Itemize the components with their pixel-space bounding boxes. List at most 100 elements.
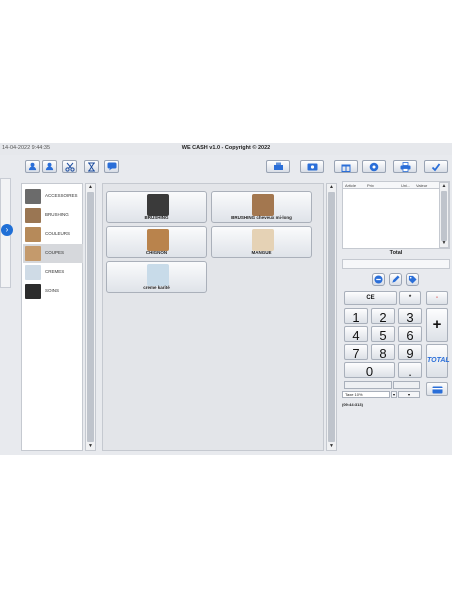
chat-button[interactable] (104, 160, 119, 173)
drawer-toggle-button[interactable]: › (1, 224, 13, 236)
app-window: 14-04-2022 9:44:35 WE CASH v1.0 - Copyri… (0, 143, 452, 455)
column-header: Valeur (416, 183, 428, 188)
total-label: Total (389, 250, 403, 256)
product-label: BRUSHING (144, 215, 169, 220)
settings-icon (369, 162, 379, 171)
status-line: (09:44:313) (342, 402, 363, 407)
scroll-down-arrow[interactable]: ▼ (327, 443, 336, 450)
category-scrollbar[interactable]: ▲ ▼ (85, 183, 96, 451)
category-item-cremes[interactable]: CREMES (23, 263, 83, 282)
cash-icon (307, 163, 317, 170)
product-brushing-mi-long[interactable]: BRUSHING cheveux mi-long (211, 191, 312, 223)
digit-1-key[interactable]: 1 (344, 308, 368, 325)
product-mangue[interactable]: MANGUE (211, 226, 312, 258)
printer-button[interactable] (393, 160, 417, 173)
tax-dropdown-button[interactable]: ▾ (391, 391, 397, 398)
category-item-coupes[interactable]: COUPES (23, 244, 83, 263)
pencil-icon (392, 275, 400, 283)
digit-7-key[interactable]: 7 (344, 344, 368, 361)
card-icon (432, 386, 442, 394)
category-item-accessoires[interactable]: ACCESSOIRES (23, 187, 83, 206)
category-thumbnail (25, 284, 41, 299)
minus-key[interactable]: - (426, 291, 448, 305)
scissors-button[interactable] (62, 160, 77, 173)
category-label: COUPES (45, 250, 65, 255)
product-label: MANGUE (251, 250, 272, 255)
category-thumbnail (25, 246, 41, 261)
digit-0-key[interactable]: 0 (344, 362, 395, 379)
hourglass-button[interactable] (84, 160, 99, 173)
category-label: COULEURS (45, 231, 71, 236)
discount-button[interactable] (406, 273, 419, 286)
digit-8-key[interactable]: 8 (371, 344, 395, 361)
plus-key[interactable]: + (426, 308, 448, 342)
check-icon (431, 162, 441, 171)
digit-4-key[interactable]: 4 (344, 326, 368, 343)
product-label: CHIGNON (145, 250, 168, 255)
column-header: Uni... (401, 183, 411, 188)
category-thumbnail (25, 227, 41, 242)
product-brushing[interactable]: BRUSHING (106, 191, 207, 223)
product-grid: BRUSHING BRUSHING cheveux mi-long CHIGNO… (102, 183, 324, 451)
cash-register-icon (273, 162, 283, 170)
tax-select[interactable]: Taxe 10% (342, 391, 390, 398)
settings-button[interactable] (362, 160, 386, 173)
scroll-up-arrow[interactable]: ▲ (86, 184, 95, 191)
category-thumbnail (25, 208, 41, 223)
category-list: ACCESSOIRES BRUSHING COULEURS COUPES CRE… (21, 183, 83, 451)
clear-entry-key[interactable]: CE (344, 291, 397, 305)
tax-apply-button[interactable]: ▾ (398, 391, 420, 398)
category-item-brushing[interactable]: BRUSHING (23, 206, 83, 225)
category-label: CREMES (45, 269, 65, 274)
product-image (252, 194, 274, 216)
add-user-button[interactable] (25, 160, 40, 173)
product-creme-karite[interactable]: creme karité (106, 261, 207, 293)
cash-button[interactable] (300, 160, 324, 173)
digit-3-key[interactable]: 3 (398, 308, 422, 325)
scroll-thumb[interactable] (328, 192, 335, 442)
multiply-key[interactable]: * (399, 291, 421, 305)
product-chignon[interactable]: CHIGNON (106, 226, 207, 258)
scroll-up-arrow[interactable]: ▲ (327, 184, 336, 191)
digit-9-key[interactable]: 9 (398, 344, 422, 361)
digit-2-key[interactable]: 2 (371, 308, 395, 325)
gift-icon (341, 164, 351, 172)
digit-6-key[interactable]: 6 (398, 326, 422, 343)
validate-button[interactable] (424, 160, 448, 173)
scroll-down-arrow[interactable]: ▼ (86, 443, 95, 450)
ticket-scrollbar[interactable]: ▲ ▼ (439, 182, 449, 248)
edit-line-button[interactable] (389, 273, 402, 286)
total-key[interactable]: TOTAL (426, 344, 450, 378)
printer-icon (400, 161, 410, 172)
quantity-input[interactable] (393, 381, 420, 389)
digit-5-key[interactable]: 5 (371, 326, 395, 343)
category-thumbnail (25, 189, 41, 204)
scissors-icon (64, 162, 75, 172)
user-add-icon (28, 162, 37, 171)
product-image (147, 229, 169, 251)
tax-selected-value: Taxe 10% (345, 392, 363, 397)
scroll-down-arrow[interactable]: ▼ (440, 240, 448, 247)
decimal-key[interactable]: . (398, 362, 422, 379)
title-bar: 14-04-2022 9:44:35 WE CASH v1.0 - Copyri… (0, 143, 452, 155)
user-button[interactable] (42, 160, 57, 173)
cash-register-button[interactable] (266, 160, 290, 173)
amount-input[interactable] (344, 381, 392, 389)
product-image (147, 194, 169, 216)
scroll-up-arrow[interactable]: ▲ (440, 183, 448, 190)
category-item-soins[interactable]: SOINS (23, 282, 83, 301)
category-item-couleurs[interactable]: COULEURS (23, 225, 83, 244)
total-value (342, 259, 450, 269)
category-label: ACCESSOIRES (45, 193, 78, 198)
hourglass-icon (88, 162, 95, 171)
product-scrollbar[interactable]: ▲ ▼ (326, 183, 337, 451)
payment-card-button[interactable] (426, 382, 448, 396)
scroll-thumb[interactable] (441, 191, 447, 241)
remove-line-button[interactable] (372, 273, 385, 286)
app-title: WE CASH v1.0 - Copyright © 2022 (181, 145, 271, 151)
user-icon (45, 162, 54, 171)
product-label: creme karité (143, 285, 170, 290)
column-header: Prix (367, 183, 374, 188)
scroll-thumb[interactable] (87, 192, 94, 442)
gift-button[interactable] (334, 160, 358, 173)
